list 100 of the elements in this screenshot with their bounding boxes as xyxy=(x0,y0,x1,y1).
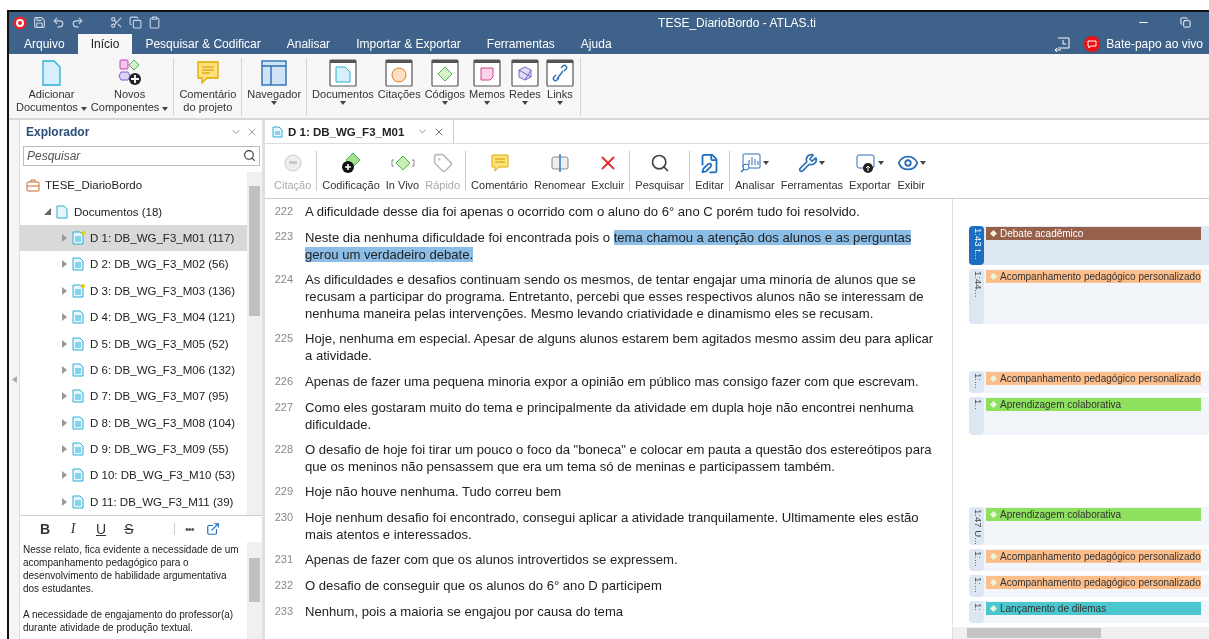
toolbar-button[interactable]: Exibir xyxy=(893,151,929,191)
tree-item[interactable]: Documentos (18) xyxy=(20,198,247,225)
paste-icon[interactable] xyxy=(148,16,161,29)
ribbon-button[interactable]: Citações xyxy=(376,58,422,116)
ribbon-button[interactable]: Documentos xyxy=(311,58,375,116)
toolbar-button[interactable]: Comentário xyxy=(468,151,531,191)
quotation-bar[interactable]: 1:43 t... Debate acadêmico xyxy=(969,226,1209,265)
expander-icon[interactable] xyxy=(62,260,67,269)
tree-item[interactable]: D 6: DB_WG_F3_M06 (132) xyxy=(20,356,247,384)
undo-icon[interactable] xyxy=(52,16,65,29)
toolbar-button[interactable]: Analisar xyxy=(732,151,778,191)
menu-tab[interactable]: Arquivo xyxy=(11,34,78,54)
restore-icon[interactable] xyxy=(1180,17,1191,28)
toolbar-button[interactable]: Exportar xyxy=(846,151,894,191)
diamond-icon xyxy=(990,272,997,280)
expander-icon[interactable] xyxy=(62,313,67,322)
tree-item[interactable]: D 1: DB_WG_F3_M01 (117) xyxy=(20,224,247,252)
quotation-bar[interactable]: 1:44... Acompanhamento pedagógico personalizado xyxy=(969,268,1209,325)
quotation-tab[interactable]: 1.. xyxy=(969,396,984,435)
quotation-tab[interactable]: 1:... xyxy=(969,549,984,571)
cut-icon[interactable] xyxy=(110,16,123,29)
quotation-bar[interactable]: 1:... Acompanhamento pedagógico personalizado xyxy=(969,549,1209,571)
quotation-bar[interactable]: 1:... Acompanhamento pedagógico personalizado xyxy=(969,575,1209,597)
toolbar-button[interactable]: Codificação xyxy=(319,151,383,191)
tree-item[interactable]: D 8: DB_WG_F3_M08 (104) xyxy=(20,409,247,436)
toolbar-button[interactable]: In Vivo xyxy=(382,151,423,191)
format-button[interactable]: U xyxy=(88,521,114,537)
quotation-tab[interactable]: 1:47 U... xyxy=(969,506,984,545)
quotation-tab[interactable]: 1: xyxy=(969,601,984,623)
tree-item[interactable]: D 3: DB_WG_F3_M03 (136) xyxy=(20,277,247,304)
expander-icon[interactable] xyxy=(62,339,67,348)
tree-item[interactable]: D 10: DB_WG_F3_M10 (53) xyxy=(20,462,247,489)
chat-icon[interactable] xyxy=(1084,36,1101,52)
expander-icon[interactable] xyxy=(62,286,67,295)
expander-icon[interactable] xyxy=(62,365,67,374)
scrollbar[interactable] xyxy=(247,542,262,639)
quotation-tab[interactable]: 1:... xyxy=(969,575,984,597)
search-field[interactable]: Pesquisar xyxy=(23,146,260,166)
ribbon-button[interactable]: Redes xyxy=(508,58,542,116)
menu-tab[interactable]: Ajuda xyxy=(567,34,625,54)
format-button[interactable]: S xyxy=(116,521,142,537)
scrollbar[interactable] xyxy=(247,172,262,515)
collapse-arrow-icon[interactable] xyxy=(11,376,17,383)
external-link-icon[interactable] xyxy=(205,522,220,536)
tree-item[interactable]: TESE_DiarioBordo xyxy=(20,172,247,199)
format-button[interactable]: I xyxy=(60,521,86,537)
close-icon[interactable] xyxy=(246,126,258,138)
code-tag[interactable]: Acompanhamento pedagógico personalizado xyxy=(986,550,1201,563)
tree-item[interactable]: D 2: DB_WG_F3_M02 (56) xyxy=(20,251,247,278)
menu-tab[interactable]: Importar & Exportar xyxy=(343,34,474,54)
more-button[interactable]: ••• xyxy=(174,523,206,535)
quotation-tab[interactable]: 1:44... xyxy=(969,268,984,325)
menu-tab[interactable]: Ferramentas xyxy=(473,34,568,54)
scrollbar[interactable] xyxy=(953,627,1209,639)
expander-icon[interactable] xyxy=(44,208,51,216)
toolbar-button[interactable]: Editar xyxy=(692,151,727,191)
quotation-bar[interactable]: 1:47 U... Aprendizagem colaborativa xyxy=(969,506,1209,545)
history-icon[interactable] xyxy=(1054,36,1071,52)
ribbon-button[interactable]: Códigos xyxy=(423,58,466,116)
tree-item[interactable]: D 5: DB_WG_F3_M05 (52) xyxy=(20,330,247,357)
menu-tab[interactable]: Analisar xyxy=(273,34,344,54)
code-tag[interactable]: Lançamento de dilemas xyxy=(986,602,1201,615)
expander-icon[interactable] xyxy=(62,497,67,506)
ribbon-button[interactable]: Navegador xyxy=(246,58,303,116)
ribbon-button[interactable]: Memos xyxy=(468,58,507,116)
quotation-tab[interactable]: 1:43 t... xyxy=(969,226,984,265)
expander-icon[interactable] xyxy=(62,392,67,401)
copy-icon[interactable] xyxy=(129,16,142,29)
redo-icon[interactable] xyxy=(71,16,84,29)
code-tag[interactable]: Acompanhamento pedagógico personalizado xyxy=(986,371,1201,385)
code-tag[interactable]: Aprendizagem colaborativa xyxy=(986,397,1201,411)
live-chat-link[interactable]: Bate-papo ao vivo xyxy=(1106,37,1203,51)
ribbon-button[interactable]: Novos Componentes xyxy=(89,58,170,116)
save-icon[interactable] xyxy=(33,16,46,29)
ribbon-button[interactable]: Links xyxy=(543,58,576,116)
tree-item[interactable]: D 11: DB_WG_F3_M11 (39) xyxy=(20,488,247,516)
tree-item[interactable]: D 4: DB_WG_F3_M04 (121) xyxy=(20,303,247,331)
code-tag[interactable]: Acompanhamento pedagógico personalizado xyxy=(986,576,1201,589)
menu-tab[interactable]: Pesquisar & Codificar xyxy=(132,34,274,54)
expander-icon[interactable] xyxy=(62,445,67,454)
quotation-bar[interactable]: 1: Lançamento de dilemas xyxy=(969,601,1209,623)
ribbon-button[interactable]: Adicionar Documentos xyxy=(15,58,88,116)
quotation-tab[interactable]: 1:... xyxy=(969,370,984,393)
code-tag[interactable]: Acompanhamento pedagógico personalizado xyxy=(986,269,1201,283)
tree-item[interactable]: D 7: DB_WG_F3_M07 (95) xyxy=(20,383,247,410)
format-button[interactable]: B xyxy=(32,521,58,537)
toolbar-button[interactable]: Renomear xyxy=(530,151,589,191)
expander-icon[interactable] xyxy=(62,471,67,480)
toolbar-button[interactable]: Pesquisar xyxy=(632,151,688,191)
tree-label: D 7: DB_WG_F3_M07 (95) xyxy=(90,390,229,403)
ribbon-button[interactable]: Comentário do projeto xyxy=(178,58,238,116)
toolbar-button[interactable]: Excluir xyxy=(588,151,628,191)
expander-icon[interactable] xyxy=(62,418,67,427)
code-tag[interactable]: Aprendizagem colaborativa xyxy=(986,507,1201,521)
tree-item[interactable]: D 9: DB_WG_F3_M09 (55) xyxy=(20,435,247,463)
quotation-bar[interactable]: 1.. Aprendizagem colaborativa xyxy=(969,396,1209,435)
code-tag[interactable]: Debate acadêmico xyxy=(986,227,1201,241)
toolbar-button[interactable]: Ferramentas xyxy=(777,151,847,191)
menu-tab[interactable]: Início xyxy=(77,34,133,54)
quotation-bar[interactable]: 1:... Acompanhamento pedagógico personalizado xyxy=(969,370,1209,393)
